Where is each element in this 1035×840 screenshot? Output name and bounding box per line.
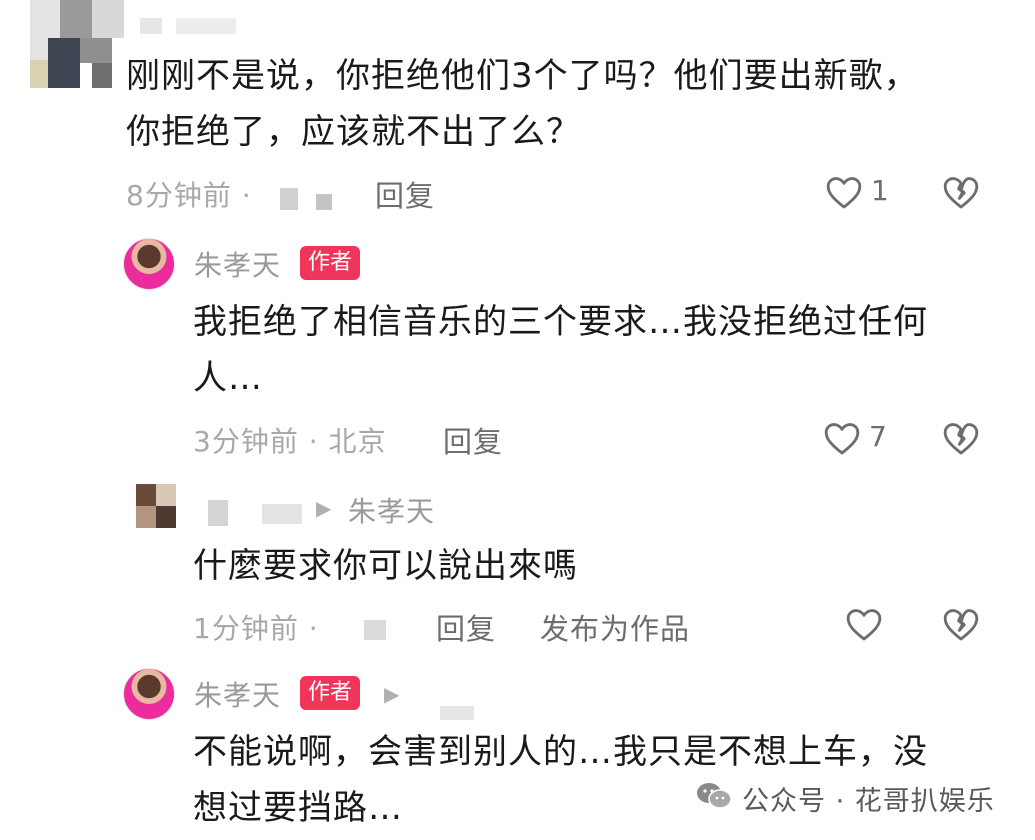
watermark: 公众号 · 花哥扒娱乐 <box>696 778 995 818</box>
comment-time: 3分钟前 · 北京 <box>193 425 387 458</box>
author-badge: 作者 <box>300 676 361 710</box>
like-button[interactable]: 1 <box>825 172 895 212</box>
like-count: 7 <box>869 420 887 453</box>
comment-time: 1分钟前 · <box>193 612 319 645</box>
broken-heart-icon[interactable] <box>942 174 980 210</box>
reply-arrow-icon: ▶ <box>316 496 333 520</box>
comment-time: 8分钟前 · <box>126 179 252 212</box>
blurred-location <box>364 620 386 640</box>
blurred-username <box>140 18 162 34</box>
heart-icon <box>823 420 861 456</box>
comment-text: 我拒绝了相信音乐的三个要求…我没拒绝过任何 人… <box>193 302 928 398</box>
reply-button[interactable]: 回复 <box>443 419 503 461</box>
watermark-text: 公众号 · 花哥扒娱乐 <box>742 785 995 817</box>
avatar[interactable] <box>123 668 175 720</box>
author-name[interactable]: 朱孝天 <box>194 674 281 714</box>
heart-icon[interactable] <box>845 606 883 642</box>
blurred-avatar[interactable] <box>30 0 125 88</box>
blurred-username <box>262 504 302 524</box>
blurred-location <box>280 188 298 210</box>
avatar[interactable] <box>123 238 175 290</box>
reply-button[interactable]: 回复 <box>375 173 435 215</box>
blurred-username <box>440 706 474 720</box>
blurred-location <box>316 194 332 210</box>
blurred-username <box>208 500 228 526</box>
comment-text: 什麼要求你可以說出來嗎 <box>193 546 578 586</box>
reply-to-name[interactable]: 朱孝天 <box>348 490 435 530</box>
broken-heart-icon[interactable] <box>942 420 980 456</box>
blurred-username <box>176 18 236 34</box>
comment-text: 刚刚不是说，你拒绝他们3个了吗？他们要出新歌， 你拒绝了，应该就不出了么？ <box>126 56 919 152</box>
publish-as-work-button[interactable]: 发布为作品 <box>540 606 690 648</box>
wechat-icon <box>696 781 732 815</box>
blurred-avatar[interactable] <box>136 484 176 528</box>
reply-arrow-icon: ▶ <box>384 682 401 706</box>
heart-icon <box>825 174 863 210</box>
reply-button[interactable]: 回复 <box>436 606 496 648</box>
author-name[interactable]: 朱孝天 <box>194 244 281 284</box>
author-badge: 作者 <box>300 246 361 280</box>
like-button[interactable]: 7 <box>823 418 893 458</box>
like-count: 1 <box>871 174 889 207</box>
broken-heart-icon[interactable] <box>942 606 980 642</box>
